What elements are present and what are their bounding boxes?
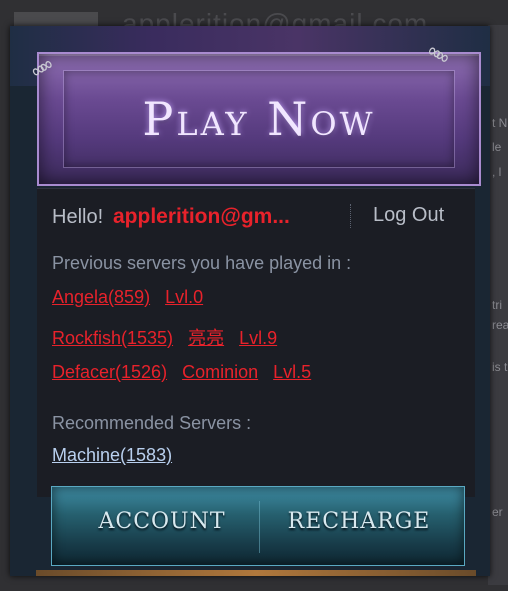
background-text-fragment: t N [492, 116, 508, 130]
level-link[interactable]: Lvl.0 [165, 287, 203, 307]
level-link[interactable]: Lvl.5 [273, 362, 311, 382]
server-link[interactable]: Angela(859) [52, 287, 150, 307]
action-button-bar: ACCOUNT RECHARGE [51, 486, 465, 566]
character-link[interactable]: Cominion [182, 362, 258, 382]
background-text-fragment: tri [492, 298, 502, 312]
server-link[interactable]: Rockfish(1535) [52, 328, 173, 348]
background-text-fragment: , l [492, 165, 502, 179]
bottom-decorative-strip [36, 570, 476, 576]
recommended-server-link[interactable]: Machine(1583) [52, 445, 172, 465]
account-button[interactable]: ACCOUNT [72, 509, 252, 545]
account-panel: Hello! applerition@gm... Log Out Previou… [37, 188, 475, 497]
recharge-button[interactable]: RECHARGE [269, 509, 449, 545]
username: applerition@gm... [113, 205, 290, 228]
character-link[interactable]: 亮亮 [188, 328, 224, 348]
play-modal: Play Now ∞∞ ∞∞ Hello! applerition@gm... … [10, 26, 490, 576]
greeting-divider [350, 204, 351, 228]
previous-server-row: Rockfish(1535) 亮亮 Lvl.9 [52, 324, 287, 348]
background-text-fragment: er [492, 505, 503, 519]
button-separator [259, 501, 260, 553]
logout-link[interactable]: Log Out [373, 204, 444, 227]
recommended-server-row: Machine(1583) [52, 445, 172, 466]
greeting-text: Hello! [52, 206, 104, 228]
level-link[interactable]: Lvl.9 [239, 328, 277, 348]
previous-servers-label: Previous servers you have played in : [52, 253, 352, 273]
play-now-label: Play Now [142, 92, 376, 146]
play-now-button[interactable]: Play Now [37, 52, 481, 186]
previous-server-row: Angela(859) Lvl.0 [52, 287, 213, 311]
background-text-fragment: le [492, 140, 502, 154]
greeting-row: Hello! applerition@gm... Log Out [52, 204, 460, 236]
background-text-fragment: rea [492, 318, 508, 332]
server-link[interactable]: Defacer(1526) [52, 362, 167, 382]
background-text-fragment: is t [492, 360, 508, 374]
recommended-servers-label: Recommended Servers : [52, 413, 252, 433]
previous-server-row: Defacer(1526) Cominion Lvl.5 [52, 362, 321, 386]
